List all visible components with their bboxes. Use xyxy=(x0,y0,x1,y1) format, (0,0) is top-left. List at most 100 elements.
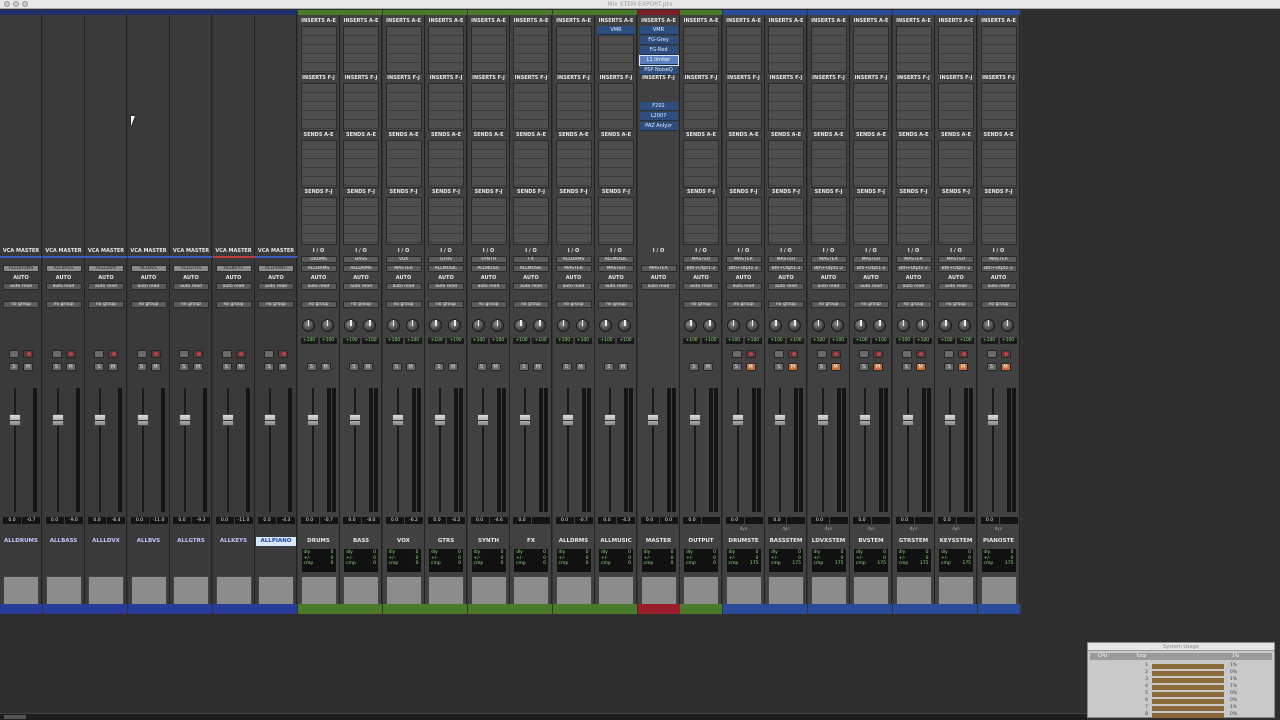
slot[interactable] xyxy=(599,150,633,159)
slot[interactable] xyxy=(896,141,931,150)
slot[interactable] xyxy=(386,54,421,63)
slot[interactable] xyxy=(726,45,761,54)
slot[interactable] xyxy=(684,102,718,111)
track-name[interactable]: VOX xyxy=(384,537,424,546)
volume-fader[interactable] xyxy=(221,414,234,426)
group-selector[interactable]: no group xyxy=(173,301,209,308)
slot[interactable] xyxy=(981,168,1016,177)
slot[interactable] xyxy=(556,102,591,111)
fader-track[interactable] xyxy=(821,388,824,512)
record-button[interactable] xyxy=(788,350,798,358)
slot[interactable] xyxy=(896,27,931,36)
slot[interactable] xyxy=(981,120,1016,129)
slot[interactable] xyxy=(726,234,761,243)
pan-knob-left[interactable] xyxy=(599,319,612,332)
slot[interactable] xyxy=(386,93,421,102)
slot[interactable] xyxy=(471,45,506,54)
track-name[interactable]: ALLDRUMS xyxy=(1,537,41,546)
automation-mode-selector[interactable]: auto read xyxy=(555,283,592,290)
inserts-fj-slots[interactable] xyxy=(768,83,804,131)
slot[interactable] xyxy=(556,198,591,207)
mute-button-m[interactable]: M xyxy=(150,363,161,371)
output-selector[interactable]: MASTER xyxy=(385,265,422,272)
slot[interactable] xyxy=(854,216,888,225)
fader-track[interactable] xyxy=(226,388,229,512)
slot[interactable] xyxy=(769,93,803,102)
sends-fj-slots[interactable] xyxy=(428,197,464,245)
solo-button[interactable]: S xyxy=(774,363,784,371)
sends-fj-slots[interactable] xyxy=(513,197,549,245)
pan-knob-right[interactable] xyxy=(490,319,504,332)
slot[interactable] xyxy=(981,63,1016,72)
record-button[interactable] xyxy=(958,350,968,358)
slot[interactable] xyxy=(429,93,463,102)
sends-fj-slots[interactable] xyxy=(598,197,634,245)
pan-knob-right[interactable] xyxy=(745,319,759,332)
mute-button-m[interactable]: M xyxy=(108,363,118,371)
slot[interactable] xyxy=(386,159,421,168)
sends-ae-slots[interactable] xyxy=(725,140,762,188)
sends-ae-slots[interactable] xyxy=(513,140,549,188)
slot[interactable] xyxy=(599,198,633,207)
fader-track[interactable] xyxy=(14,388,16,512)
inserts-ae-slots[interactable] xyxy=(938,26,974,74)
track-name[interactable]: ALLGTRS xyxy=(171,537,211,546)
slot[interactable] xyxy=(726,84,761,93)
slot[interactable] xyxy=(386,45,421,54)
slot[interactable] xyxy=(854,27,888,36)
fader-track[interactable] xyxy=(141,388,144,512)
slot[interactable] xyxy=(344,36,378,45)
sends-fj-slots[interactable] xyxy=(385,197,422,245)
slot[interactable] xyxy=(981,198,1016,207)
mute-button[interactable]: M xyxy=(915,363,926,371)
slot[interactable] xyxy=(939,234,973,243)
pan-knob-left[interactable] xyxy=(896,319,910,332)
slot[interactable] xyxy=(939,102,973,111)
slot[interactable] xyxy=(386,150,421,159)
slot[interactable] xyxy=(386,141,421,150)
slot[interactable] xyxy=(854,225,888,234)
pan-knob-right[interactable] xyxy=(448,319,461,332)
slot[interactable] xyxy=(811,27,846,36)
inserts-fj-slots[interactable] xyxy=(428,83,464,131)
slot[interactable] xyxy=(811,150,846,159)
slot[interactable] xyxy=(896,225,931,234)
slot[interactable] xyxy=(896,63,931,72)
slot[interactable] xyxy=(854,45,888,54)
slot[interactable] xyxy=(599,45,633,54)
slot[interactable] xyxy=(514,225,548,234)
slot[interactable] xyxy=(471,63,506,72)
record-button[interactable] xyxy=(235,350,246,358)
pan-knob-left[interactable] xyxy=(471,319,485,332)
slot[interactable] xyxy=(599,234,633,243)
automation-mode-selector[interactable]: auto read xyxy=(640,283,677,290)
slot[interactable] xyxy=(811,111,846,120)
slot[interactable] xyxy=(769,198,803,207)
inserts-ae-slots[interactable] xyxy=(683,26,719,74)
slot[interactable] xyxy=(429,216,463,225)
slot[interactable] xyxy=(556,141,591,150)
vca-target-selector[interactable]: ALLDRUMS xyxy=(3,265,39,272)
slot[interactable] xyxy=(896,177,931,186)
record-button[interactable] xyxy=(915,350,926,358)
inserts-ae-slots[interactable] xyxy=(725,26,762,74)
slot[interactable] xyxy=(981,27,1016,36)
input-selector[interactable]: ALLMUSIC xyxy=(598,256,634,263)
input-selector[interactable]: ALLDRMS xyxy=(555,256,592,263)
slot[interactable] xyxy=(471,234,506,243)
input-selector[interactable]: SYNTH xyxy=(470,256,507,263)
sends-fj-slots[interactable] xyxy=(853,197,889,245)
slot[interactable] xyxy=(939,93,973,102)
output-selector[interactable]: MASTER xyxy=(555,265,592,272)
slot[interactable] xyxy=(896,111,931,120)
sends-fj-slots[interactable] xyxy=(300,197,337,245)
output-selector[interactable]: Bth+Otpt1-2 xyxy=(725,265,762,272)
slot[interactable] xyxy=(811,36,846,45)
slot[interactable] xyxy=(344,207,378,216)
input-selector[interactable]: GTRS xyxy=(428,256,464,263)
slot[interactable] xyxy=(726,159,761,168)
insert-slot[interactable]: F202 xyxy=(639,102,678,111)
output-selector[interactable]: Bth+Otpt1-2 xyxy=(938,265,974,272)
slot[interactable] xyxy=(939,141,973,150)
slot[interactable] xyxy=(599,168,633,177)
